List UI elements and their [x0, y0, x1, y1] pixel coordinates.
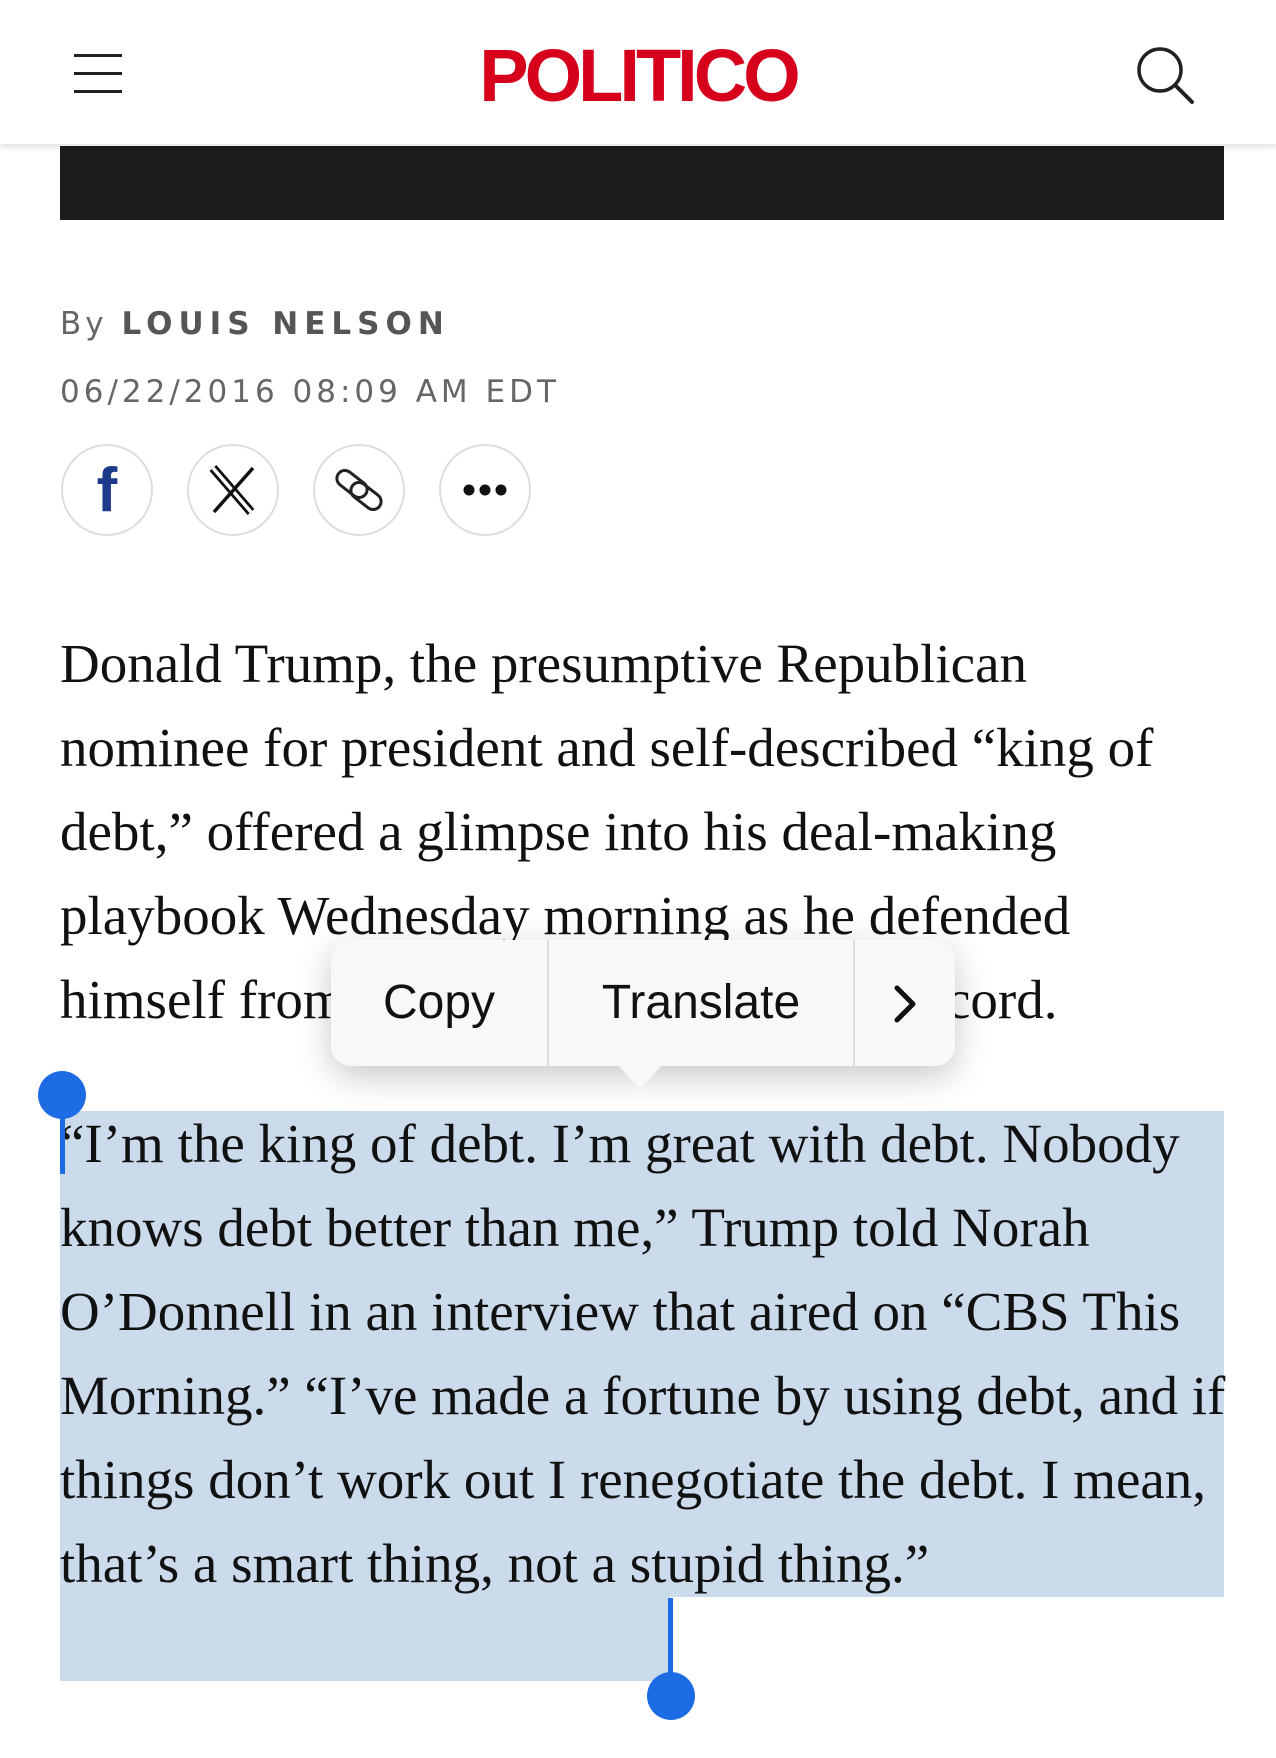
share-x-button[interactable]	[187, 444, 279, 536]
context-menu-pointer	[614, 1060, 666, 1090]
copy-link-button[interactable]	[313, 444, 405, 536]
politico-logo[interactable]: POLITICO	[0, 33, 1276, 119]
text-selection-context-menu: Copy Translate	[331, 940, 955, 1066]
chevron-right-icon	[894, 985, 916, 1023]
publish-timestamp: 06/22/2016 08:09 AM EDT	[60, 374, 560, 410]
share-facebook-button[interactable]: f	[61, 444, 153, 536]
translate-button[interactable]: Translate	[549, 940, 855, 1066]
selection-start-handle[interactable]	[38, 1071, 86, 1119]
selection-end-handle[interactable]	[647, 1672, 695, 1720]
link-icon	[335, 468, 383, 512]
more-share-options-button[interactable]	[439, 444, 531, 536]
author-link[interactable]: LOUIS NELSON	[121, 306, 449, 342]
top-navigation-bar: POLITICO	[0, 0, 1276, 144]
facebook-icon: f	[96, 456, 118, 525]
x-icon	[209, 465, 255, 515]
copy-button[interactable]: Copy	[331, 940, 549, 1066]
more-options-button[interactable]	[855, 940, 955, 1066]
more-icon	[463, 484, 507, 496]
text-selection-highlight	[60, 1597, 670, 1681]
selected-quote-paragraph[interactable]: “I’m the king of debt. I’m great with de…	[60, 1102, 1230, 1606]
hero-image-bottom-edge	[60, 146, 1224, 220]
byline-prefix: By	[60, 306, 108, 342]
byline: By LOUIS NELSON	[60, 306, 450, 342]
search-icon[interactable]	[1130, 40, 1200, 110]
